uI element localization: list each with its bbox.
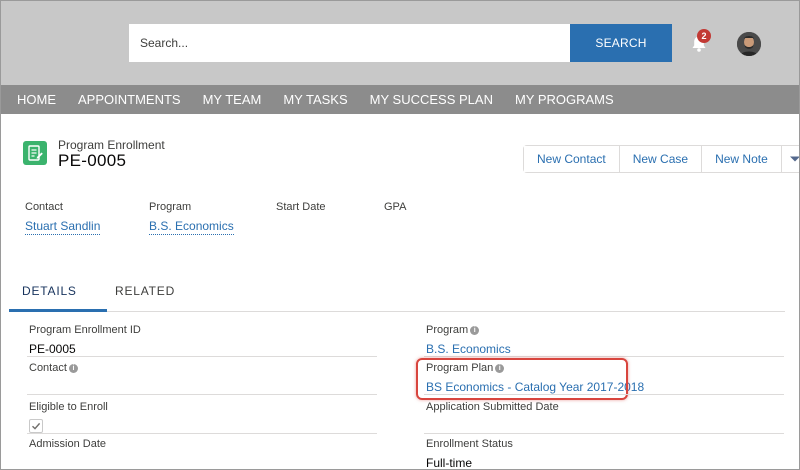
field-label: Program Enrollment ID bbox=[29, 324, 141, 336]
search-box: SEARCH bbox=[129, 24, 672, 62]
search-input[interactable] bbox=[129, 24, 570, 62]
notification-badge: 2 bbox=[697, 29, 711, 43]
highlight-gpa: GPA bbox=[384, 201, 406, 213]
new-case-button[interactable]: New Case bbox=[619, 146, 703, 172]
highlight-program-label: Program bbox=[149, 201, 192, 213]
global-header: SEARCH 2 bbox=[1, 1, 799, 85]
field-label: Eligible to Enroll bbox=[29, 401, 108, 413]
record-actions: New Contact New Case New Note bbox=[523, 145, 799, 173]
highlight-start-date-label: Start Date bbox=[276, 201, 326, 213]
field-label: Application Submitted Date bbox=[426, 401, 559, 413]
highlight-program: Program B.S. Economics bbox=[149, 201, 234, 235]
highlight-contact: Contact Stuart Sandlin bbox=[25, 201, 101, 235]
eligible-checkbox bbox=[29, 419, 43, 433]
field-enrollment-status: Enrollment Status Full-time bbox=[426, 438, 513, 470]
divider bbox=[27, 356, 377, 357]
avatar[interactable] bbox=[737, 32, 761, 56]
field-program-enrollment-id: Program Enrollment ID PE-0005 bbox=[29, 324, 141, 356]
highlight-program-link[interactable]: B.S. Economics bbox=[149, 219, 234, 235]
divider bbox=[27, 394, 377, 395]
field-value: Full-time bbox=[426, 456, 473, 470]
field-label-text: Program bbox=[426, 324, 469, 336]
nav-item-my-success-plan[interactable]: MY SUCCESS PLAN bbox=[370, 92, 493, 107]
field-label: Enrollment Status bbox=[426, 438, 513, 450]
field-admission-date: Admission Date bbox=[29, 438, 106, 450]
nav-item-my-team[interactable]: MY TEAM bbox=[203, 92, 262, 107]
tab-details[interactable]: DETAILS bbox=[22, 284, 77, 298]
new-note-button[interactable]: New Note bbox=[702, 146, 782, 172]
main-nav: HOME APPOINTMENTS MY TEAM MY TASKS MY SU… bbox=[1, 85, 799, 114]
program-link[interactable]: B.S. Economics bbox=[426, 342, 511, 357]
active-tab-indicator bbox=[9, 309, 107, 312]
divider bbox=[424, 394, 784, 395]
record-type-label: Program Enrollment bbox=[58, 138, 165, 152]
program-enrollment-icon bbox=[23, 141, 47, 165]
field-label: Program i bbox=[426, 324, 511, 336]
highlight-gpa-label: GPA bbox=[384, 201, 407, 213]
field-contact: Contact i bbox=[29, 362, 78, 374]
field-program: Program i B.S. Economics bbox=[426, 324, 511, 358]
nav-item-my-programs[interactable]: MY PROGRAMS bbox=[515, 92, 614, 107]
field-value: PE-0005 bbox=[29, 342, 76, 356]
more-actions-button[interactable] bbox=[782, 146, 799, 172]
field-label: Admission Date bbox=[29, 438, 107, 450]
chevron-down-icon bbox=[790, 156, 799, 162]
divider bbox=[27, 433, 377, 434]
app-window: SEARCH 2 HOME APPOINTMENTS MY TEAM MY TA… bbox=[0, 0, 800, 470]
info-icon[interactable]: i bbox=[68, 363, 78, 373]
divider bbox=[424, 433, 784, 434]
nav-item-appointments[interactable]: APPOINTMENTS bbox=[78, 92, 181, 107]
field-eligible-to-enroll: Eligible to Enroll bbox=[29, 401, 108, 433]
divider bbox=[424, 356, 784, 357]
field-label-text: Contact bbox=[29, 362, 67, 374]
highlight-contact-label: Contact bbox=[25, 201, 63, 213]
nav-item-home[interactable]: HOME bbox=[17, 92, 56, 107]
highlight-start-date: Start Date bbox=[276, 201, 326, 213]
highlight-contact-link[interactable]: Stuart Sandlin bbox=[25, 219, 101, 235]
checkmark-icon bbox=[32, 422, 41, 430]
new-contact-button[interactable]: New Contact bbox=[524, 146, 620, 172]
nav-item-my-tasks[interactable]: MY TASKS bbox=[283, 92, 347, 107]
record-tabs: DETAILS RELATED bbox=[9, 274, 785, 312]
field-application-submitted-date: Application Submitted Date bbox=[426, 401, 559, 413]
tab-related[interactable]: RELATED bbox=[115, 284, 175, 298]
info-icon[interactable]: i bbox=[470, 325, 480, 335]
page-title: PE-0005 bbox=[58, 151, 127, 170]
search-button[interactable]: SEARCH bbox=[570, 24, 672, 62]
field-label: Contact i bbox=[29, 362, 78, 374]
